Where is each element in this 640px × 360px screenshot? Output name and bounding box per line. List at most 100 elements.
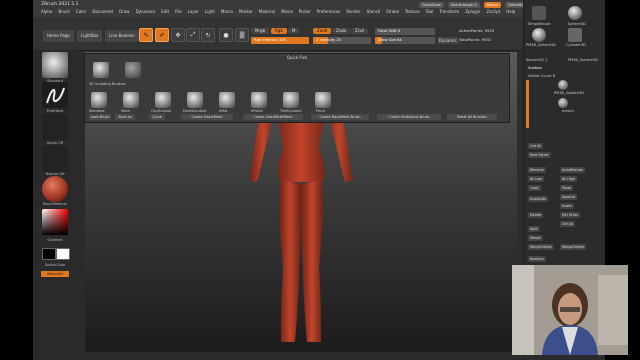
alternate-button[interactable]: Alternate [41,271,69,277]
m-button[interactable]: M [288,28,300,34]
list-all-button[interactable]: List All [528,143,544,149]
rgb-intensity-slider[interactable]: Rgb Intensity 100 [251,37,309,44]
menu-item[interactable]: Stroke [386,9,399,14]
menu-item[interactable]: Preferences [317,9,341,14]
all-low-button[interactable]: All Low [528,176,544,182]
menu-item[interactable]: Tool [426,9,434,14]
menu-item[interactable]: Transform [439,9,459,14]
menu-item[interactable]: Zscript [486,9,500,14]
menu-item[interactable]: Dynamics [136,9,156,14]
merge-visible-button[interactable]: MergeVisible [528,244,554,250]
edit-mode-button[interactable]: ✎ [139,28,153,42]
brush-claybuildup[interactable] [155,92,171,108]
tool-thumbnail[interactable] [532,28,546,42]
brush-pinch[interactable] [315,92,331,108]
menu-item[interactable]: Document [92,9,113,14]
reset-all-brushes-button[interactable]: Reset All Brushes [447,114,497,120]
menu-item[interactable]: Material [259,9,275,14]
menu-item[interactable]: Edit [161,9,169,14]
split-section[interactable]: Split [528,226,540,232]
visible-count-slider[interactable]: Visible Count 8 [528,74,555,78]
brush-inflat[interactable] [219,92,235,108]
mrgb-button[interactable]: Mrgb [251,28,270,34]
menu-item[interactable]: Draw [119,9,129,14]
append-button[interactable]: Append [560,194,578,200]
autoreorder-button[interactable]: AutoReorder [560,167,586,173]
new-folder-button[interactable]: New Folder [528,152,551,158]
tool-thumbnail[interactable] [568,28,582,42]
del-all-button[interactable]: Del All [560,221,575,227]
lightbox-button[interactable]: LightBox [77,30,103,42]
create-insertmultimesh-button[interactable]: Create InsertMultiMesh [243,114,303,120]
dynamic-button[interactable]: Dynamic [437,37,459,44]
brush-standard[interactable] [91,92,107,108]
texture-thumbnail[interactable] [42,146,68,172]
z-intensity-slider[interactable]: Z Intensity 25 [313,37,371,44]
tool-thumbnail[interactable] [568,6,582,20]
menu-item[interactable]: Movie [281,9,293,14]
move-mode-button[interactable]: ✥ [171,28,185,42]
stroke-thumbnail[interactable] [42,82,68,108]
scale-mode-button[interactable]: ⤢ [186,28,200,42]
live-boolean-button[interactable]: Live Boolean [105,30,139,42]
brush-hpolish[interactable] [251,92,267,108]
secondary-color-swatch[interactable] [56,248,70,260]
brush-thumbnail[interactable] [42,52,68,78]
create-multialpha-brush-button[interactable]: Create MultiAlpha Brush [377,114,441,120]
menu-item[interactable]: Help [506,9,515,14]
copy-button[interactable]: Copy [528,185,541,191]
merge-section[interactable]: Merge [528,235,543,241]
material-thumbnail[interactable] [42,176,68,202]
main-color-swatch[interactable] [42,248,56,260]
menu-item[interactable]: Picker [299,9,311,14]
recent-brush-2[interactable] [125,62,141,78]
color-picker[interactable] [42,209,68,235]
brush-trimdynamic[interactable] [283,92,299,108]
insert-button[interactable]: Insert [560,203,574,209]
menu-item[interactable]: Brush [58,9,70,14]
switch-color-label[interactable]: SwitchColor [36,263,74,267]
menu-item[interactable]: Zplugin [465,9,480,14]
rgb-button[interactable]: Rgb [271,28,287,34]
zadd-button[interactable]: Zadd [313,28,332,34]
texture-button[interactable]: ▒ [235,28,249,42]
all-high-button[interactable]: All High [560,176,578,182]
menus-button[interactable]: Menus [483,2,502,8]
draw-mode-button[interactable]: ✐ [155,28,169,42]
menu-item[interactable]: Layer [188,9,199,14]
boolean-section[interactable]: Boolean [528,256,546,262]
home-page-button[interactable]: Home Page [43,30,74,42]
material-sphere-button[interactable]: ● [219,28,233,42]
alpha-thumbnail[interactable] [42,114,68,140]
merge-similar-button[interactable]: MergeSimilar [560,244,587,250]
menu-item[interactable]: File [175,9,182,14]
menu-item[interactable]: Macro [221,9,233,14]
rotate-mode-button[interactable]: ↻ [201,28,215,42]
zsub-button[interactable]: Zsub [332,28,350,34]
load-brush-button[interactable]: Load Brush [89,114,111,120]
del-other-button[interactable]: Del Other [560,212,581,218]
subtool-header[interactable]: Subtool [528,66,542,70]
duplicate-button[interactable]: Duplicate [528,196,549,202]
focal-shift-slider[interactable]: Focal Shift 0 [375,28,435,35]
menu-item[interactable]: Color [76,9,86,14]
save-as-button[interactable]: Save As [115,114,135,120]
recent-brush-1[interactable] [93,62,109,78]
menu-item[interactable]: Render [346,9,360,14]
clone-button[interactable]: Clone [149,114,165,120]
tool-thumbnail[interactable] [532,6,546,20]
rename-button[interactable]: Rename [528,167,546,173]
menu-item[interactable]: Alpha [41,9,52,14]
subtool-scrollbar[interactable] [526,80,529,128]
draw-size-slider[interactable]: Draw Size 64 [375,37,435,44]
see-through-slider[interactable]: See-through 0 [447,2,480,8]
brush-move[interactable] [123,92,139,108]
brush-damstandard[interactable] [187,92,203,108]
menu-item[interactable]: Marker [239,9,253,14]
create-nanomesh-brush-button[interactable]: Create NanoMesh Brush [311,114,369,120]
quicksave-button[interactable]: QuickSave [419,2,444,8]
zcut-button[interactable]: Zcut [351,28,369,34]
delete-button[interactable]: Delete [528,212,544,218]
menu-item[interactable]: Texture [405,9,420,14]
menu-item[interactable]: Light [205,9,215,14]
